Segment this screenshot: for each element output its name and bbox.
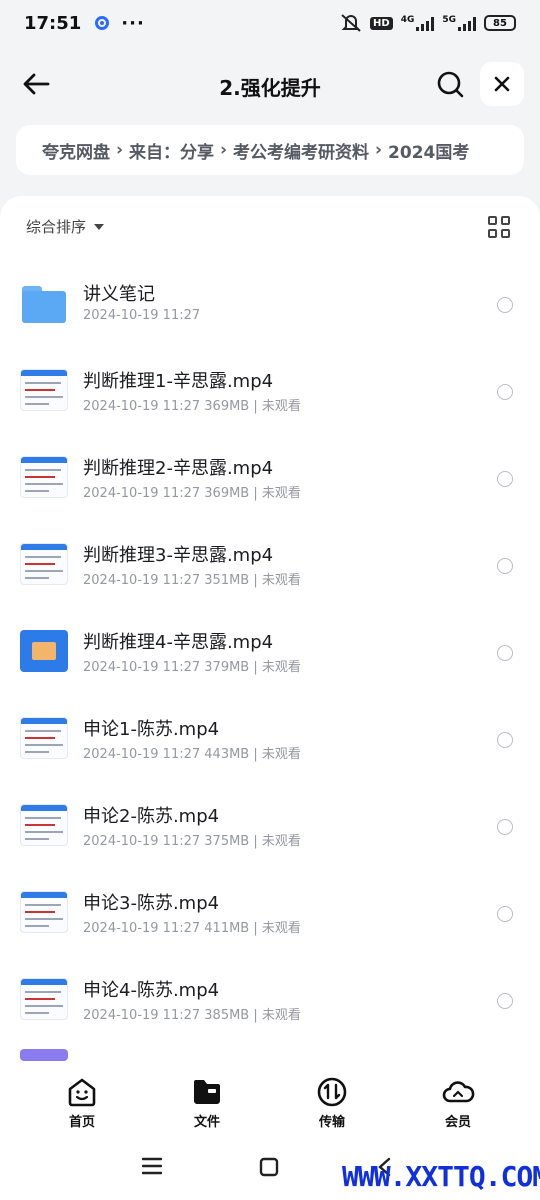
video-thumbnail (20, 804, 68, 846)
hd-badge: HD (370, 16, 393, 30)
nav-files-label: 文件 (193, 1115, 220, 1130)
signal-5g-icon: 5G (442, 14, 476, 31)
list-item[interactable]: 判断推理4-辛思露.mp4 2024-10-19 11:27 379MB | 未… (0, 614, 540, 700)
select-radio[interactable] (497, 558, 513, 574)
breadcrumb-separator-icon: › (375, 140, 383, 160)
video-thumbnail (20, 717, 68, 759)
breadcrumb-item-folder[interactable]: 考公考编考研资料 (233, 138, 369, 163)
search-icon (437, 71, 464, 98)
select-radio[interactable] (497, 297, 513, 313)
item-name: 申论4-陈苏.mp4 (83, 980, 220, 1001)
breadcrumb-separator-icon: › (116, 140, 124, 160)
grid-view-toggle[interactable] (488, 216, 510, 238)
list-item[interactable]: 申论2-陈苏.mp4 2024-10-19 11:27 375MB | 未观看 (0, 788, 540, 874)
item-name: 申论3-陈苏.mp4 (83, 893, 220, 914)
item-name: 申论1-陈苏.mp4 (83, 719, 220, 740)
item-name: 判断推理2-辛思露.mp4 (83, 458, 274, 479)
status-time: 17:51 (24, 12, 82, 34)
select-radio[interactable] (497, 645, 513, 661)
list-item-partial[interactable] (0, 1049, 540, 1067)
net-label-4g: 4G (400, 14, 415, 25)
item-meta: 2024-10-19 11:27 443MB | 未观看 (83, 747, 301, 762)
video-thumbnail (20, 456, 68, 498)
close-icon (494, 76, 510, 92)
search-button[interactable] (430, 64, 470, 104)
sort-label: 综合排序 (26, 218, 87, 236)
breadcrumb: 夸克网盘 › 来自：分享 › 考公考编考研资料 › 2024国考 (16, 125, 524, 175)
battery-icon: 85 (484, 15, 516, 31)
breadcrumb-item-share[interactable]: 来自：分享 (129, 138, 214, 163)
close-button[interactable] (480, 62, 524, 106)
select-radio[interactable] (497, 471, 513, 487)
nav-transfer[interactable]: 传输 (292, 1077, 372, 1130)
recent-apps-button[interactable] (141, 1157, 163, 1179)
list-item[interactable]: 判断推理1-辛思露.mp4 2024-10-19 11:27 369MB | 未… (0, 353, 540, 439)
folder-icon (20, 282, 68, 324)
folder-icon (194, 1080, 220, 1104)
more-notifications-icon: ··· (121, 12, 145, 34)
list-item[interactable]: 申论3-陈苏.mp4 2024-10-19 11:27 411MB | 未观看 (0, 875, 540, 961)
status-bar: 17:51 ··· HD 4G 5G 85 (0, 0, 540, 46)
item-name: 判断推理4-辛思露.mp4 (83, 632, 274, 653)
breadcrumb-item-subfolder[interactable]: 2024国考 (388, 138, 469, 163)
list-item[interactable]: 判断推理3-辛思露.mp4 2024-10-19 11:27 351MB | 未… (0, 527, 540, 613)
bottom-nav: 首页 文件 传输 会员 (0, 1067, 540, 1137)
select-radio[interactable] (497, 819, 513, 835)
cloud-icon (442, 1081, 475, 1103)
breadcrumb-separator-icon: › (220, 140, 228, 160)
nav-transfer-label: 传输 (318, 1115, 345, 1130)
transfer-icon (317, 1077, 347, 1107)
home-button[interactable] (259, 1157, 279, 1181)
item-meta: 2024-10-19 11:27 369MB | 未观看 (83, 399, 301, 414)
item-meta: 2024-10-19 11:27 385MB | 未观看 (83, 1008, 301, 1023)
nav-member[interactable]: 会员 (418, 1077, 498, 1130)
menu-icon (141, 1157, 163, 1175)
square-icon (259, 1157, 279, 1177)
list-item[interactable]: 讲义笔记 2024-10-19 11:27 (0, 266, 540, 352)
nav-home-label: 首页 (68, 1115, 95, 1130)
video-thumbnail (20, 543, 68, 585)
app-notification-icon (95, 16, 110, 30)
video-thumbnail (20, 630, 68, 672)
top-bar: 2.强化提升 (0, 56, 540, 116)
item-name: 判断推理1-辛思露.mp4 (83, 371, 274, 392)
file-list-panel: 综合排序 讲义笔记 2024-10-19 11:27 判断推理1-辛思露.mp4… (0, 196, 540, 1067)
nav-files[interactable]: 文件 (167, 1077, 247, 1130)
watermark-text: WWW.XXTTQ.COM (342, 1160, 540, 1193)
select-radio[interactable] (497, 906, 513, 922)
mute-icon (341, 14, 361, 32)
grid-view-icon (488, 216, 497, 225)
item-meta: 2024-10-19 11:27 411MB | 未观看 (83, 921, 301, 936)
list-item[interactable]: 申论1-陈苏.mp4 2024-10-19 11:27 443MB | 未观看 (0, 701, 540, 787)
item-name: 判断推理3-辛思露.mp4 (83, 545, 274, 566)
select-radio[interactable] (497, 732, 513, 748)
battery-level: 85 (493, 17, 507, 29)
item-meta: 2024-10-19 11:27 351MB | 未观看 (83, 573, 301, 588)
item-meta: 2024-10-19 11:27 375MB | 未观看 (83, 834, 301, 849)
item-name: 申论2-陈苏.mp4 (83, 806, 220, 827)
item-meta: 2024-10-19 11:27 379MB | 未观看 (83, 660, 301, 675)
nav-home[interactable]: 首页 (42, 1077, 122, 1130)
list-item[interactable]: 申论4-陈苏.mp4 2024-10-19 11:27 385MB | 未观看 (0, 962, 540, 1048)
home-smile-icon (68, 1078, 96, 1107)
breadcrumb-item-root[interactable]: 夸克网盘 (42, 138, 110, 163)
video-thumbnail (20, 1049, 68, 1061)
select-radio[interactable] (497, 384, 513, 400)
item-meta: 2024-10-19 11:27 (83, 308, 201, 323)
signal-4g-icon: 4G (400, 14, 435, 31)
sort-dropdown[interactable]: 综合排序 (26, 216, 105, 237)
video-thumbnail (20, 978, 68, 1020)
select-radio[interactable] (497, 993, 513, 1009)
list-item[interactable]: 判断推理2-辛思露.mp4 2024-10-19 11:27 369MB | 未… (0, 440, 540, 526)
item-meta: 2024-10-19 11:27 369MB | 未观看 (83, 486, 301, 501)
item-name: 讲义笔记 (83, 284, 155, 305)
video-thumbnail (20, 891, 68, 933)
nav-member-label: 会员 (444, 1115, 471, 1130)
caret-down-icon (94, 223, 105, 230)
net-label-5g: 5G (442, 14, 456, 25)
video-thumbnail (20, 369, 68, 411)
